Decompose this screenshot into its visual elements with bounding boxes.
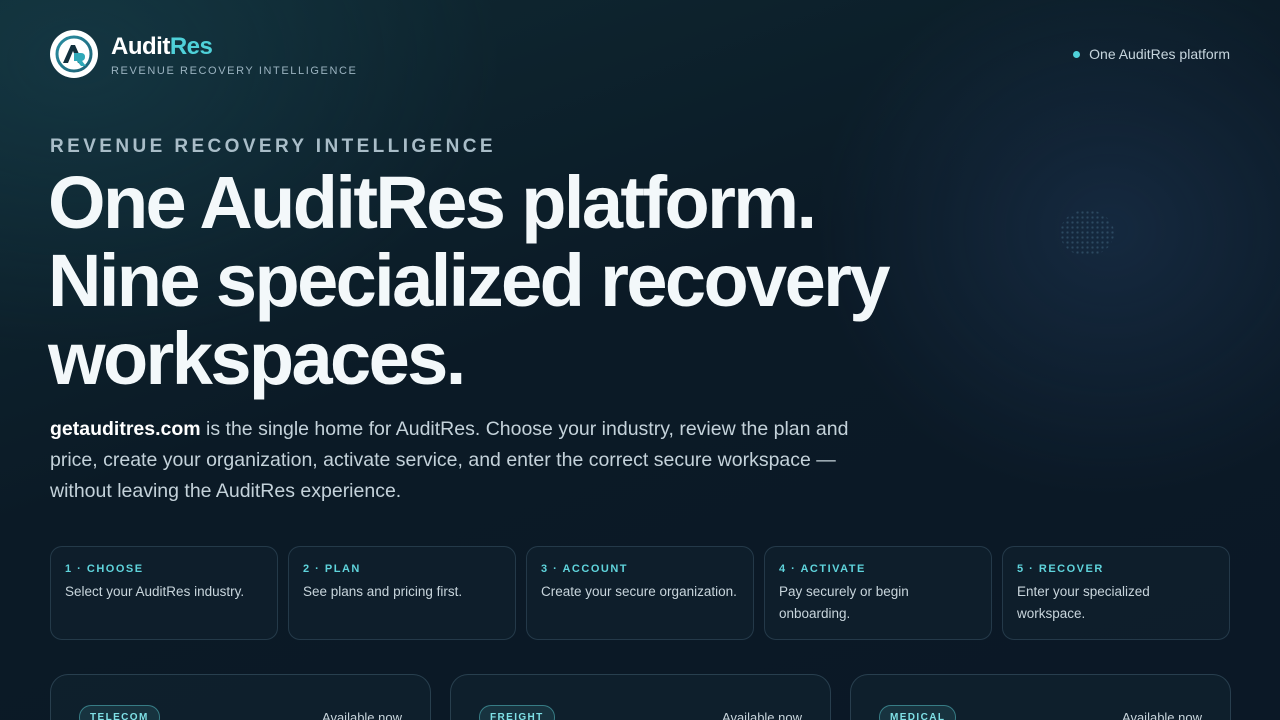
brand[interactable]: AuditRes REVENUE RECOVERY INTELLIGENCE (50, 30, 358, 78)
availability-status: Available now (322, 710, 402, 720)
headline-line: One AuditRes platform. (48, 161, 817, 244)
decorative-dot-pattern (1060, 210, 1114, 256)
step-title: 5 · RECOVER (1017, 563, 1104, 575)
brand-tagline: REVENUE RECOVERY INTELLIGENCE (111, 65, 358, 77)
availability-status: Available now (722, 710, 802, 720)
platform-status-label: One AuditRes platform (1089, 46, 1230, 62)
availability-status: Available now (1122, 710, 1202, 720)
industry-cards: TELECOM Available now FREIGHT Available … (50, 674, 1231, 720)
step-description: Select your AuditRes industry. (65, 584, 245, 599)
hero-eyebrow: REVENUE RECOVERY INTELLIGENCE (50, 136, 496, 157)
industry-tag: MEDICAL (879, 705, 957, 720)
intro-domain-link[interactable]: getauditres.com (50, 418, 201, 440)
step-description: Pay securely or begin onboarding. (779, 584, 909, 621)
step-description: Enter your specialized workspace. (1017, 584, 1150, 621)
status-dot-icon (1073, 50, 1081, 58)
auditres-logo-icon (50, 30, 98, 78)
step-card-activate: 4 · ACTIVATE Pay securely or begin onboa… (764, 546, 992, 640)
step-description: See plans and pricing first. (303, 584, 463, 599)
industry-tag: FREIGHT (479, 705, 555, 720)
step-card-recover: 5 · RECOVER Enter your specialized works… (1002, 546, 1230, 640)
industry-card-telecom[interactable]: TELECOM Available now (50, 674, 431, 720)
headline-line: Nine specialized recovery (48, 239, 891, 322)
step-title: 3 · ACCOUNT (541, 563, 628, 575)
brand-name: AuditRes (111, 33, 358, 61)
brand-name-main: Audit (111, 33, 170, 60)
industry-card-medical[interactable]: MEDICAL Available now (850, 674, 1231, 720)
hero-headline: One AuditRes platform. Nine specialized … (48, 164, 1008, 398)
step-card-choose: 1 · CHOOSE Select your AuditRes industry… (50, 546, 278, 640)
step-title: 2 · PLAN (303, 563, 361, 575)
headline-line: workspaces. (48, 317, 466, 400)
industry-tag: TELECOM (79, 705, 160, 720)
hero-intro: getauditres.com is the single home for A… (50, 414, 900, 507)
steps-list: 1 · CHOOSE Select your AuditRes industry… (50, 546, 1230, 640)
step-card-plan: 2 · PLAN See plans and pricing first. (288, 546, 516, 640)
platform-status: One AuditRes platform (1073, 46, 1230, 62)
step-description: Create your secure organization. (541, 584, 737, 599)
industry-card-freight[interactable]: FREIGHT Available now (450, 674, 831, 720)
step-card-account: 3 · ACCOUNT Create your secure organizat… (526, 546, 754, 640)
brand-name-accent: Res (169, 33, 213, 60)
step-title: 4 · ACTIVATE (779, 563, 866, 575)
step-title: 1 · CHOOSE (65, 563, 144, 575)
brand-text: AuditRes REVENUE RECOVERY INTELLIGENCE (111, 33, 358, 77)
